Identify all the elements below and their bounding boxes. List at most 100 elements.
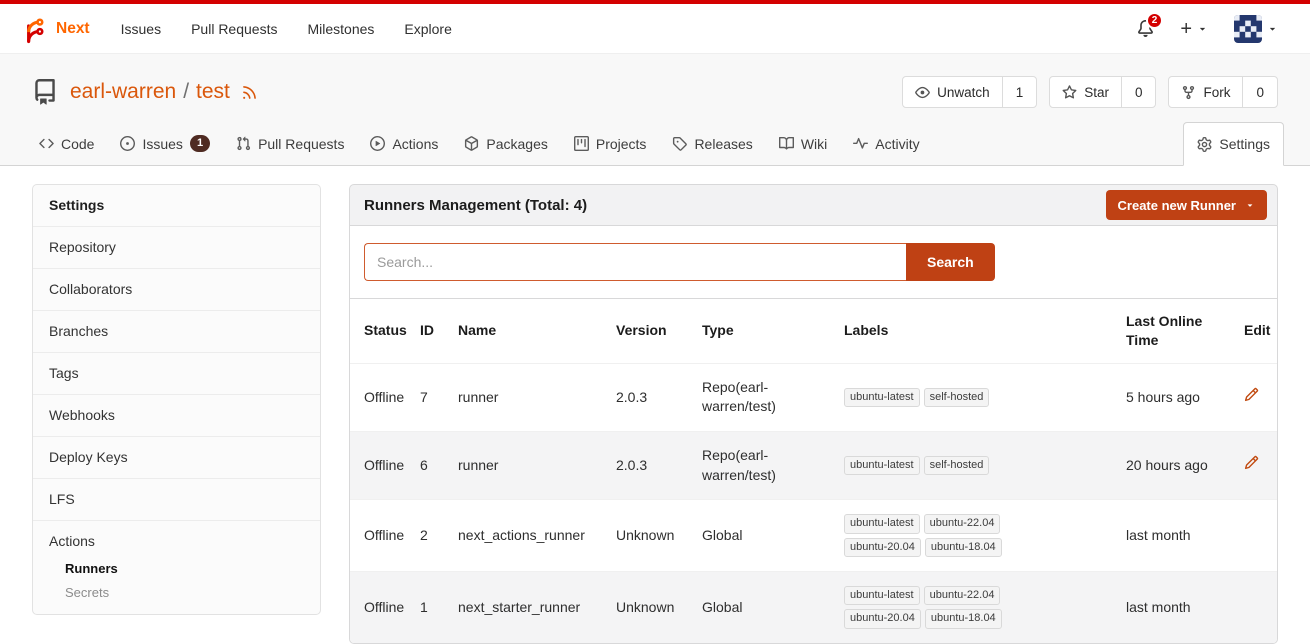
runner-status: Offline — [350, 500, 414, 572]
sidebar-item-actions[interactable]: Actions — [49, 532, 304, 551]
sidebar-item-collaborators[interactable]: Collaborators — [33, 269, 320, 311]
watchers-count[interactable]: 1 — [1002, 77, 1037, 107]
col-name: Name — [452, 299, 610, 363]
fork-button[interactable]: Fork — [1169, 77, 1242, 107]
nav-item-issues[interactable]: Issues — [106, 4, 176, 54]
runner-labels: ubuntu-latest self-hosted — [844, 456, 1049, 475]
nav-item-pull-requests[interactable]: Pull Requests — [176, 4, 292, 54]
eye-icon — [915, 85, 930, 100]
table-row: Offline 1 next_starter_runner Unknown Gl… — [350, 571, 1278, 642]
rss-icon[interactable] — [241, 84, 258, 101]
nav-item-milestones[interactable]: Milestones — [292, 4, 389, 54]
create-runner-button[interactable]: Create new Runner — [1106, 190, 1267, 220]
sidebar-header: Settings — [33, 185, 320, 227]
sidebar-subitem-runners[interactable]: Runners — [65, 560, 304, 577]
notifications-button[interactable]: 2 — [1137, 20, 1154, 37]
package-icon — [464, 136, 479, 151]
play-circle-icon — [370, 136, 385, 151]
code-icon — [39, 136, 54, 151]
sidebar-item-repository[interactable]: Repository — [33, 227, 320, 269]
runner-version: Unknown — [610, 500, 696, 572]
sidebar-subitem-secrets[interactable]: Secrets — [65, 584, 304, 601]
tab-label: Releases — [694, 136, 752, 152]
tab-wiki[interactable]: Wiki — [766, 122, 840, 165]
fork-label: Fork — [1203, 85, 1230, 100]
col-last-online: Last Online Time — [1120, 299, 1238, 363]
notification-count-badge: 2 — [1146, 12, 1164, 29]
runners-panel: Runners Management (Total: 4) Create new… — [349, 184, 1278, 644]
sidebar-group-actions: Actions Runners Secrets — [33, 521, 320, 614]
runner-last-online: last month — [1120, 571, 1238, 642]
label-chip: ubuntu-latest — [844, 514, 920, 533]
repo-owner-link[interactable]: earl-warren — [70, 80, 176, 104]
tab-label: Code — [61, 136, 94, 152]
repo-name-link[interactable]: test — [196, 80, 230, 104]
create-new-menu[interactable]: + — [1180, 19, 1208, 39]
forks-count[interactable]: 0 — [1242, 77, 1277, 107]
sidebar-item-lfs[interactable]: LFS — [33, 479, 320, 521]
tab-pull-requests[interactable]: Pull Requests — [223, 122, 357, 165]
runner-id: 7 — [414, 363, 452, 431]
plus-icon: + — [1180, 19, 1192, 39]
forgejo-logo[interactable] — [18, 14, 48, 44]
runner-id: 6 — [414, 431, 452, 499]
sidebar-item-tags[interactable]: Tags — [33, 353, 320, 395]
tab-actions[interactable]: Actions — [357, 122, 451, 165]
sidebar-item-deploy-keys[interactable]: Deploy Keys — [33, 437, 320, 479]
label-chip: ubuntu-18.04 — [925, 609, 1002, 628]
runner-type: Global — [696, 500, 838, 572]
col-id: ID — [414, 299, 452, 363]
fork-icon — [1181, 85, 1196, 100]
tab-label: Settings — [1219, 136, 1270, 152]
runner-id: 2 — [414, 500, 452, 572]
page-title: Runners Management (Total: 4) — [364, 197, 587, 214]
tab-settings[interactable]: Settings — [1183, 122, 1284, 166]
tag-icon — [672, 136, 687, 151]
nav-item-explore[interactable]: Explore — [389, 4, 466, 54]
tab-activity[interactable]: Activity — [840, 122, 932, 165]
search-input[interactable] — [364, 243, 906, 281]
runner-labels: ubuntu-latest ubuntu-22.04 ubuntu-20.04 … — [844, 514, 1049, 557]
unwatch-button[interactable]: Unwatch — [903, 77, 1002, 107]
issue-icon — [120, 136, 135, 151]
star-button[interactable]: Star — [1050, 77, 1121, 107]
unwatch-label: Unwatch — [937, 85, 990, 100]
stars-count[interactable]: 0 — [1121, 77, 1156, 107]
tab-label: Wiki — [801, 136, 827, 152]
col-type: Type — [696, 299, 838, 363]
brand-label[interactable]: Next — [56, 20, 90, 38]
runners-table: Status ID Name Version Type Labels Last … — [350, 299, 1278, 643]
sidebar-item-webhooks[interactable]: Webhooks — [33, 395, 320, 437]
sidebar-sub-menu: Runners Secrets — [49, 560, 304, 601]
runner-id: 1 — [414, 571, 452, 642]
watch-button-group: Unwatch 1 — [902, 76, 1037, 108]
pulse-icon — [853, 136, 868, 151]
star-label: Star — [1084, 85, 1109, 100]
edit-runner-button[interactable] — [1244, 387, 1259, 402]
runner-status: Offline — [350, 431, 414, 499]
label-chip: ubuntu-22.04 — [924, 514, 1001, 533]
pull-request-icon — [236, 136, 251, 151]
pencil-icon — [1244, 455, 1259, 470]
col-edit: Edit — [1238, 299, 1278, 363]
tab-issues[interactable]: Issues 1 — [107, 122, 223, 165]
table-row: Offline 6 runner 2.0.3 Repo(earl-warren/… — [350, 431, 1278, 499]
repo-header-section: earl-warren / test Unwatch 1 Star 0 — [0, 54, 1310, 166]
col-status: Status — [350, 299, 414, 363]
tab-packages[interactable]: Packages — [451, 122, 560, 165]
tab-code[interactable]: Code — [26, 122, 107, 165]
issues-count-badge: 1 — [190, 135, 210, 152]
star-button-group: Star 0 — [1049, 76, 1156, 108]
repo-title: earl-warren / test — [70, 80, 258, 104]
user-menu[interactable] — [1234, 15, 1278, 43]
tab-projects[interactable]: Projects — [561, 122, 660, 165]
tab-releases[interactable]: Releases — [659, 122, 765, 165]
star-icon — [1062, 85, 1077, 100]
tab-label: Actions — [392, 136, 438, 152]
sidebar-item-branches[interactable]: Branches — [33, 311, 320, 353]
edit-runner-button[interactable] — [1244, 455, 1259, 470]
search-button[interactable]: Search — [906, 243, 995, 281]
tab-label: Activity — [875, 136, 919, 152]
runners-table-container: Status ID Name Version Type Labels Last … — [349, 299, 1278, 644]
chevron-down-icon — [1245, 200, 1255, 210]
